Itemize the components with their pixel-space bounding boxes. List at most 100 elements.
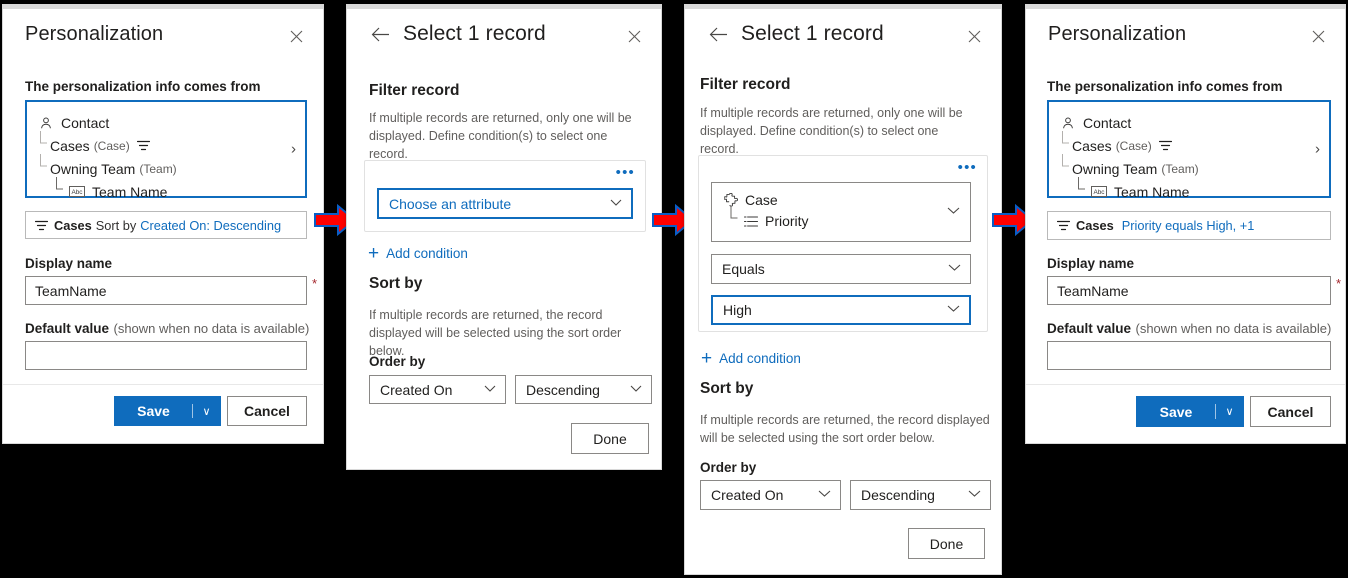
tree-item-type: (Team) <box>139 161 177 176</box>
chevron-down-icon[interactable]: ∨ <box>1216 397 1243 426</box>
entity-tree-box[interactable]: › Contact Cases (Case) Owning Team (Team… <box>1047 100 1331 200</box>
tree-item-label: Owning Team <box>1072 160 1158 177</box>
panel-header: Personalization <box>25 5 301 47</box>
back-arrow-icon[interactable] <box>707 23 729 45</box>
attribute-dropdown[interactable]: Choose an attribute <box>377 188 633 219</box>
close-icon[interactable] <box>285 25 307 47</box>
tree-item-label: Contact <box>1083 114 1132 131</box>
order-direction-dropdown[interactable]: Descending <box>515 375 652 404</box>
condition-overflow-menu-icon[interactable]: ••• <box>616 165 635 180</box>
condition-overflow-menu-icon[interactable]: ••• <box>958 160 977 175</box>
cases-sort-summary-bar[interactable]: Cases Sort by Created On: Descending <box>25 211 307 239</box>
screenshot-stage: Personalization The personalization info… <box>0 0 1348 578</box>
filter-icon <box>35 220 48 231</box>
add-condition-button[interactable]: + Add condition <box>701 349 801 368</box>
order-by-label: Order by <box>700 460 757 475</box>
contact-icon <box>37 114 54 131</box>
chevron-down-icon <box>610 198 622 209</box>
done-button[interactable]: Done <box>908 528 985 559</box>
default-value-input[interactable] <box>1047 341 1331 370</box>
tree-row[interactable]: Abc Team Name <box>37 177 293 203</box>
display-name-value: TeamName <box>35 282 107 299</box>
contact-icon <box>1059 114 1076 131</box>
operator-value: Equals <box>722 261 765 277</box>
order-by-row: Created On Descending <box>369 375 652 404</box>
personalization-panel-1: Personalization The personalization info… <box>2 4 324 444</box>
back-arrow-icon[interactable] <box>369 23 391 45</box>
add-condition-label: Add condition <box>719 351 801 366</box>
save-button[interactable]: Save ∨ <box>114 396 221 426</box>
tree-item-type: (Case) <box>93 138 130 153</box>
tree-row[interactable]: Owning Team (Team) <box>37 154 293 180</box>
cancel-button-label: Cancel <box>244 403 290 419</box>
tree-row[interactable]: Abc Team Name <box>1059 177 1317 203</box>
close-icon[interactable] <box>623 25 645 47</box>
svg-text:Abc: Abc <box>71 189 83 196</box>
chevron-right-icon[interactable]: › <box>291 142 296 157</box>
tree-row[interactable]: Owning Team (Team) <box>1059 154 1317 180</box>
condition-card: ••• Choose an attribute <box>364 160 646 232</box>
operand-dropdown[interactable]: High <box>711 295 971 325</box>
tree-item-label: Contact <box>61 114 110 131</box>
operator-dropdown[interactable]: Equals <box>711 254 971 284</box>
plus-icon: + <box>701 348 713 369</box>
order-field-dropdown[interactable]: Created On <box>700 480 841 510</box>
summary-value: Priority equals High, +1 <box>1121 218 1255 233</box>
default-value-hint: (shown when no data is available) <box>1135 321 1332 336</box>
attribute-field-label: Priority <box>765 213 809 229</box>
filter-record-description: If multiple records are returned, only o… <box>369 111 632 162</box>
close-icon[interactable] <box>963 25 985 47</box>
sort-by-heading: Sort by <box>700 380 754 397</box>
chevron-down-icon <box>818 490 831 501</box>
add-condition-button[interactable]: + Add condition <box>368 244 468 263</box>
tree-elbow-icon <box>37 131 50 154</box>
chevron-down-icon <box>630 384 642 395</box>
filter-icon[interactable] <box>136 140 150 151</box>
tree-item-label: Owning Team <box>50 160 136 177</box>
done-button-label: Done <box>593 430 627 447</box>
option-set-icon <box>742 213 759 230</box>
condition-card: ••• Case Priority Equals High <box>698 155 988 332</box>
default-value-hint: (shown when no data is available) <box>113 321 310 336</box>
tree-item-type: (Case) <box>1115 138 1152 153</box>
attribute-dropdown-value: Choose an attribute <box>389 195 512 212</box>
default-value-input[interactable] <box>25 341 307 370</box>
tree-elbow-icon <box>1059 154 1072 177</box>
save-button[interactable]: Save ∨ <box>1136 396 1244 427</box>
entity-tree-box[interactable]: › Contact Cases (Case) Owning Team (Team… <box>25 100 307 200</box>
display-name-label: Display name <box>1047 256 1135 271</box>
filter-record-heading: Filter record <box>369 82 460 99</box>
display-name-input[interactable]: TeamName <box>25 276 307 305</box>
footer-divider <box>1026 384 1345 385</box>
tree-row[interactable]: Contact <box>1059 111 1317 134</box>
tree-row[interactable]: Contact <box>37 111 293 134</box>
chevron-down-icon <box>947 207 960 218</box>
chevron-down-icon[interactable]: ∨ <box>193 397 220 425</box>
display-name-label: Display name <box>25 256 113 271</box>
cases-filter-summary-bar[interactable]: Cases Priority equals High, +1 <box>1047 211 1331 240</box>
done-button[interactable]: Done <box>571 423 649 454</box>
sort-by-description: If multiple records are returned, the re… <box>369 308 622 359</box>
save-button-label: Save <box>1159 403 1193 420</box>
select-record-panel-3: Select 1 record Filter record If multipl… <box>684 4 1002 575</box>
tree-row[interactable]: Cases (Case) <box>37 131 293 157</box>
tree-item-label: Team Name <box>92 183 168 200</box>
order-field-dropdown[interactable]: Created On <box>369 375 506 404</box>
cancel-button[interactable]: Cancel <box>1250 396 1331 427</box>
tree-row[interactable]: Cases (Case) <box>1059 131 1317 157</box>
display-name-input[interactable]: TeamName <box>1047 276 1331 305</box>
attribute-entity-label: Case <box>745 192 778 208</box>
order-direction-dropdown[interactable]: Descending <box>850 480 991 510</box>
tree-elbow-icon <box>1059 131 1072 154</box>
filter-icon[interactable] <box>1158 140 1172 151</box>
attribute-dropdown[interactable]: Case Priority <box>711 182 971 242</box>
close-icon[interactable] <box>1307 25 1329 47</box>
tree-item-label: Cases <box>50 137 90 154</box>
page-title: Select 1 record <box>403 22 546 45</box>
chevron-down-icon <box>968 490 981 501</box>
abc-icon: Abc <box>68 183 85 200</box>
order-direction-value: Descending <box>861 487 935 503</box>
cancel-button[interactable]: Cancel <box>227 396 307 426</box>
chevron-right-icon[interactable]: › <box>1315 142 1320 157</box>
attribute-entity-row: Case <box>722 190 940 210</box>
